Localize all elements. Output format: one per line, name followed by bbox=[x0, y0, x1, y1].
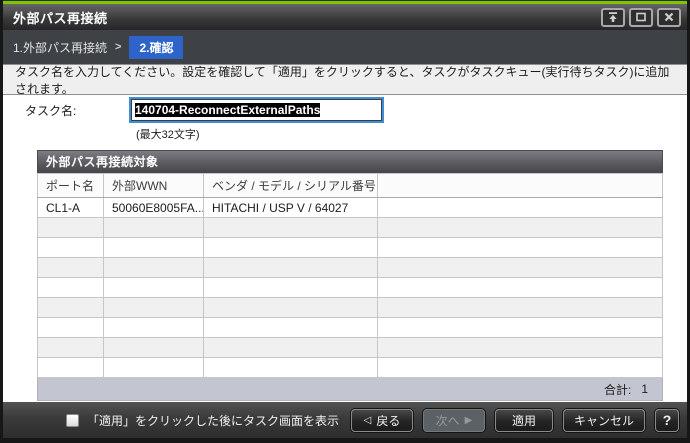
cell-empty bbox=[377, 297, 663, 318]
reconnect-target-table: 外部パス再接続対象 ポート名 外部WWN ベンダ / モデル / シリアル番号 … bbox=[37, 150, 663, 401]
cell-empty bbox=[103, 337, 204, 358]
breadcrumb-separator: > bbox=[115, 41, 122, 53]
cell-empty bbox=[203, 237, 378, 258]
cell-empty bbox=[37, 317, 104, 338]
cell-empty bbox=[203, 337, 378, 358]
cell-external-wwn: 50060E8005FA... bbox=[103, 197, 204, 218]
table-body: CL1-A 50060E8005FA... HITACHI / USP V / … bbox=[37, 197, 663, 378]
task-name-label: タスク名: bbox=[25, 103, 77, 118]
footer-action-bar: 「適用」をクリックした後にタスク画面を表示 ◁ 戻る 次へ ▶ 適用 キャンセル… bbox=[3, 402, 687, 443]
cell-empty bbox=[377, 237, 663, 258]
cell-empty bbox=[377, 357, 663, 378]
rollup-button[interactable] bbox=[601, 7, 625, 27]
cell-empty bbox=[37, 257, 104, 278]
cell-vendor-model-serial: HITACHI / USP V / 64027 bbox=[203, 197, 378, 218]
cell-empty bbox=[203, 297, 378, 318]
title-bar: 外部パス再接続 bbox=[3, 4, 687, 30]
table-title: 外部パス再接続対象 bbox=[37, 150, 663, 173]
cell-empty bbox=[377, 257, 663, 278]
column-header-empty bbox=[377, 173, 663, 198]
back-button[interactable]: ◁ 戻る bbox=[350, 408, 413, 432]
breadcrumb-step-2-active: 2.確認 bbox=[129, 35, 184, 59]
content-area: タスク名: 140704-ReconnectExternalPaths (最大3… bbox=[3, 95, 687, 402]
dialog-title: 外部パス再接続 bbox=[13, 10, 108, 26]
column-header-port-name: ポート名 bbox=[37, 173, 104, 198]
cell-port-name: CL1-A bbox=[37, 197, 104, 218]
cell-empty bbox=[377, 277, 663, 298]
table-row-empty bbox=[37, 357, 663, 378]
table-row-empty bbox=[37, 337, 663, 358]
table-row-empty bbox=[37, 257, 663, 278]
cell-empty bbox=[37, 297, 104, 318]
table-row-empty bbox=[37, 217, 663, 238]
cell-empty bbox=[103, 317, 204, 338]
table-header-row: ポート名 外部WWN ベンダ / モデル / シリアル番号 bbox=[37, 173, 663, 198]
show-task-screen-checkbox[interactable] bbox=[65, 413, 79, 427]
back-arrow-icon: ◁ bbox=[363, 414, 372, 426]
cancel-button[interactable]: キャンセル bbox=[562, 408, 645, 432]
cell-empty bbox=[103, 277, 204, 298]
close-icon bbox=[663, 11, 675, 23]
cell-empty bbox=[203, 317, 378, 338]
column-header-vendor-model-serial: ベンダ / モデル / シリアル番号 bbox=[203, 173, 378, 198]
cell-empty bbox=[377, 317, 663, 338]
cell-empty bbox=[377, 337, 663, 358]
cell-empty bbox=[103, 257, 204, 278]
total-value: 1 bbox=[641, 382, 648, 396]
cell-empty bbox=[103, 217, 204, 238]
cell-empty bbox=[203, 257, 378, 278]
table-row-empty bbox=[37, 317, 663, 338]
cell-empty bbox=[103, 357, 204, 378]
next-button[interactable]: 次へ ▶ bbox=[422, 408, 485, 432]
table-row-empty bbox=[37, 277, 663, 298]
cell-empty bbox=[37, 237, 104, 258]
task-name-selected-text: 140704-ReconnectExternalPaths bbox=[135, 103, 321, 117]
task-name-input[interactable]: 140704-ReconnectExternalPaths bbox=[131, 99, 382, 121]
cell-empty bbox=[37, 357, 104, 378]
column-header-external-wwn: 外部WWN bbox=[103, 173, 204, 198]
cell-empty bbox=[103, 297, 204, 318]
cell-empty bbox=[377, 217, 663, 238]
close-button[interactable] bbox=[657, 7, 681, 27]
task-name-max-length-hint: (最大32文字) bbox=[136, 129, 200, 141]
cell-empty bbox=[203, 277, 378, 298]
cell-empty bbox=[103, 237, 204, 258]
cell-empty bbox=[37, 337, 104, 358]
maximize-icon bbox=[635, 11, 647, 23]
show-task-screen-checkbox-row: 「適用」をクリックした後にタスク画面を表示 bbox=[65, 412, 339, 429]
cell-empty bbox=[203, 217, 378, 238]
maximize-button[interactable] bbox=[629, 7, 653, 27]
table-total-bar: 合計: 1 bbox=[37, 378, 663, 401]
show-task-screen-label: 「適用」をクリックした後にタスク画面を表示 bbox=[86, 413, 339, 428]
table-row-empty bbox=[37, 297, 663, 318]
instruction-bar: タスク名を入力してください。設定を確認して「適用」をクリックすると、タスクがタス… bbox=[3, 64, 687, 96]
cell-empty bbox=[37, 217, 104, 238]
help-button[interactable]: ? bbox=[655, 408, 679, 432]
rollup-icon bbox=[607, 11, 619, 23]
cell-empty bbox=[37, 277, 104, 298]
cell-empty bbox=[203, 357, 378, 378]
instruction-text: タスク名を入力してください。設定を確認して「適用」をクリックすると、タスクがタス… bbox=[15, 64, 670, 96]
cell-empty bbox=[377, 197, 663, 218]
reconnect-external-paths-dialog: 外部パス再接続 1.外部パス再接続 > 2.確認 タスク名を入力してください。設… bbox=[0, 0, 690, 443]
breadcrumb: 1.外部パス再接続 > 2.確認 bbox=[3, 30, 687, 64]
total-label: 合計: bbox=[603, 382, 632, 397]
next-arrow-icon: ▶ bbox=[464, 414, 473, 426]
table-row-empty bbox=[37, 237, 663, 258]
apply-button[interactable]: 適用 bbox=[494, 408, 553, 432]
table-row: CL1-A 50060E8005FA... HITACHI / USP V / … bbox=[37, 197, 663, 218]
breadcrumb-step-1: 1.外部パス再接続 bbox=[13, 40, 108, 55]
